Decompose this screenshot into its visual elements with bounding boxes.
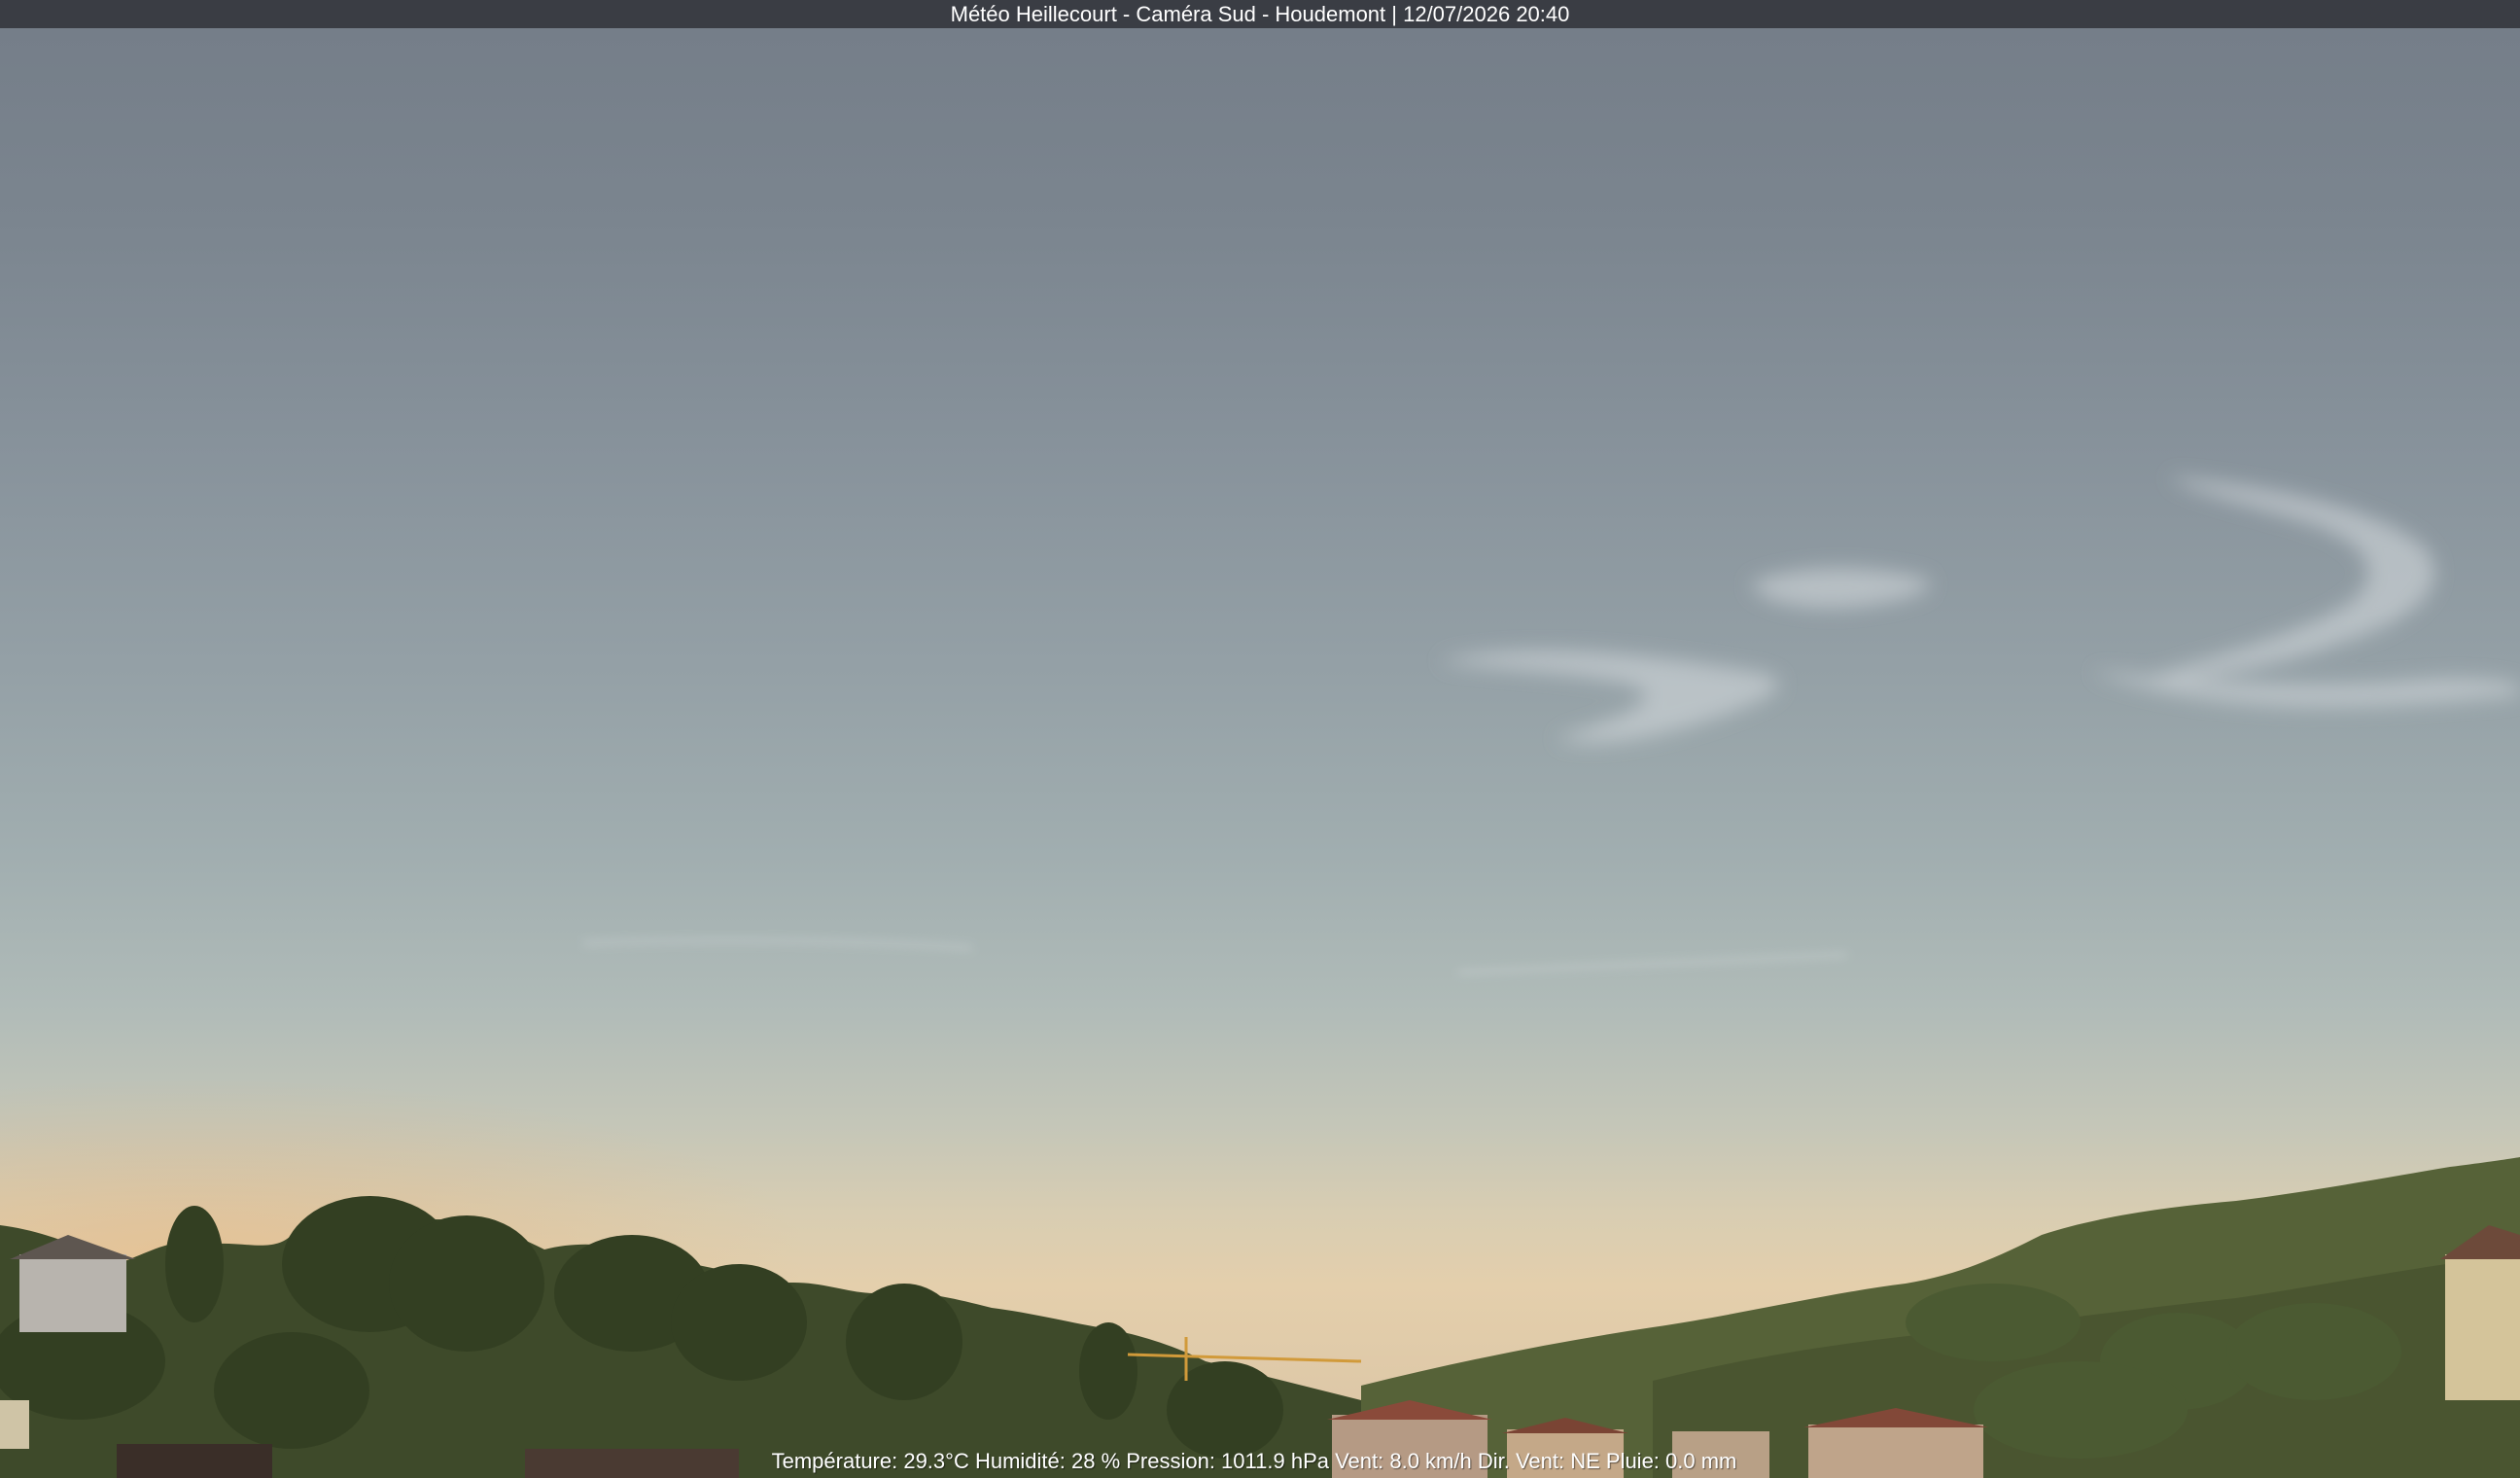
camera-title: Météo Heillecourt - Caméra Sud - Houdemo… [950, 1, 1570, 26]
treeline-landscape [0, 1157, 2520, 1478]
weather-readout: Température: 29.3°C Humidité: 28 % Press… [771, 1449, 1737, 1473]
weather-overlay: Température: 29.3°C Humidité: 28 % Press… [0, 1445, 2520, 1478]
webcam-frame: Météo Heillecourt - Caméra Sud - Houdemo… [0, 0, 2520, 1478]
title-bar: Météo Heillecourt - Caméra Sud - Houdemo… [0, 0, 2520, 28]
